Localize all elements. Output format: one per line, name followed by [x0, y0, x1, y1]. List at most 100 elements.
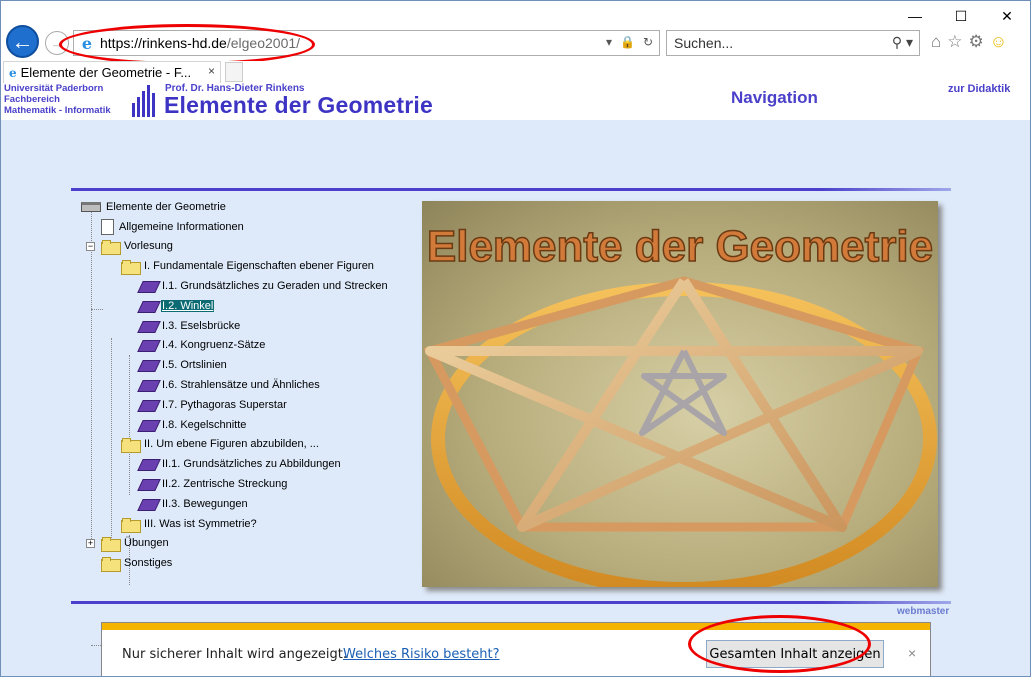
favorites-star-icon[interactable]: ☆ [947, 32, 962, 52]
security-notification-bar: Nur sicherer Inhalt wird angezeigt. Welc… [101, 622, 931, 676]
tree-item-sonstiges[interactable]: Sonstiges [101, 554, 173, 572]
close-notification-icon[interactable]: × [908, 645, 916, 661]
tree-item-section[interactable]: I.1. Grundsätzliches zu Geraden und Stre… [139, 277, 389, 295]
university-name: Universität Paderborn Fachbereich Mathem… [4, 83, 111, 116]
divider-top [71, 188, 951, 191]
security-message: Nur sicherer Inhalt wird angezeigt. [122, 647, 347, 662]
ie-logo-icon: e [81, 33, 93, 53]
browser-icons: ⌂ ☆ ⚙ ☺ [931, 32, 1007, 52]
tab-active[interactable]: e Elemente der Geometrie - F... × [3, 61, 221, 83]
tree-label: I.8. Kegelschnitte [162, 419, 247, 431]
book-icon [139, 457, 157, 471]
tree-label: II.1. Grundsätzliches zu Abbildungen [162, 458, 341, 470]
tree-label: I.5. Ortslinien [162, 359, 227, 371]
book-icon [139, 378, 157, 392]
search-placeholder: Suchen... [674, 35, 734, 51]
tree-line [91, 309, 103, 310]
tree-line [91, 210, 92, 543]
tree-label: II. Um ebene Figuren abzubilden, ... [144, 438, 319, 450]
drive-icon [81, 202, 101, 212]
page-content: Universität Paderborn Fachbereich Mathem… [1, 83, 1030, 676]
webmaster-link[interactable]: webmaster [897, 606, 949, 617]
folder-icon [121, 517, 141, 533]
tree-label: Elemente der Geometrie [106, 201, 226, 213]
tree-label: II.3. Bewegungen [162, 498, 248, 510]
tree-item-chapter-1[interactable]: I. Fundamentale Eigenschaften ebener Fig… [121, 257, 375, 275]
divider-bottom [71, 601, 951, 604]
tree-item-section[interactable]: I.3. Eselsbrücke [139, 317, 241, 335]
tree-label: Übungen [124, 537, 169, 549]
tree-item-chapter-3[interactable]: III. Was ist Symmetrie? [121, 515, 258, 533]
tree-label: Sonstiges [124, 557, 173, 569]
lock-icon[interactable]: 🔒 [620, 35, 635, 49]
tree-label: I. Fundamentale Eigenschaften ebener Fig… [144, 260, 374, 272]
tree-item-section[interactable]: I.4. Kongruenz-Sätze [139, 336, 266, 354]
book-icon [139, 497, 157, 511]
tree-line [111, 338, 112, 538]
tab-favicon-icon: e [9, 65, 17, 80]
tab-bar: e Elemente der Geometrie - F... × [1, 61, 1030, 83]
show-all-content-button[interactable]: Gesamten Inhalt anzeigen [706, 640, 884, 668]
tree-label: I.3. Eselsbrücke [162, 320, 241, 332]
tree-label: III. Was ist Symmetrie? [144, 518, 257, 530]
tree-root[interactable]: Elemente der Geometrie [81, 198, 227, 216]
navigation-tree: Elemente der Geometrie Allgemeine Inform… [81, 198, 421, 646]
pentagram-illustration: Elemente der Geometrie [423, 221, 937, 587]
maximize-icon[interactable]: ☐ [938, 1, 984, 31]
tree-item-allgemeine-informationen[interactable]: Allgemeine Informationen [101, 218, 245, 236]
tree-item-section[interactable]: II.3. Bewegungen [139, 495, 249, 513]
tree-item-section[interactable]: II.2. Zentrische Streckung [139, 475, 288, 493]
book-icon [139, 477, 157, 491]
hero-title: Elemente der Geometrie [427, 222, 933, 271]
tree-item-section[interactable]: I.7. Pythagoras Superstar [139, 396, 288, 414]
refresh-icon[interactable]: ↻ [643, 35, 653, 49]
tree-label-selected: I.2. Winkel [161, 300, 215, 312]
address-tools: ▾ 🔒 ↻ [606, 35, 653, 49]
tree-label: Vorlesung [124, 240, 173, 252]
browser-window: ← → e https://rinkens-hd.de/elgeo2001/ ▾… [0, 0, 1031, 677]
tree-item-section[interactable]: I.8. Kegelschnitte [139, 416, 247, 434]
search-icon[interactable]: ⚲ ▾ [892, 34, 913, 51]
book-icon [139, 338, 157, 352]
folder-icon [101, 556, 121, 572]
tree-label: Allgemeine Informationen [119, 221, 244, 233]
tree-item-vorlesung[interactable]: Vorlesung [101, 237, 174, 255]
tree-item-section[interactable]: II.1. Grundsätzliches zu Abbildungen [139, 455, 342, 473]
tree-label: I.7. Pythagoras Superstar [162, 399, 287, 411]
navigation-heading: Navigation [731, 88, 818, 107]
expand-icon[interactable]: + [86, 539, 95, 548]
book-icon [139, 319, 157, 333]
forward-button[interactable]: → [45, 31, 69, 55]
book-icon [139, 299, 157, 313]
tree-item-chapter-2[interactable]: II. Um ebene Figuren abzubilden, ... [121, 435, 320, 453]
minimize-icon[interactable]: — [892, 1, 938, 31]
address-bar[interactable]: e https://rinkens-hd.de/elgeo2001/ ▾ 🔒 ↻ [73, 30, 660, 56]
tree-item-uebungen[interactable]: Übungen [101, 534, 170, 552]
dropdown-icon[interactable]: ▾ [606, 35, 612, 49]
search-input[interactable]: Suchen... ⚲ ▾ [666, 30, 920, 56]
page-title: Elemente der Geometrie [164, 92, 434, 118]
tree-item-section-selected[interactable]: I.2. Winkel [139, 297, 215, 315]
risk-info-link[interactable]: Welches Risiko besteht? [343, 647, 500, 662]
book-icon [139, 279, 157, 293]
window-controls: — ☐ ✕ [892, 1, 1030, 31]
inner-star-shape [639, 349, 727, 436]
didaktik-link[interactable]: zur Didaktik [948, 83, 1010, 95]
settings-gear-icon[interactable]: ⚙ [969, 32, 984, 52]
home-icon[interactable]: ⌂ [931, 32, 941, 52]
new-tab-button[interactable] [225, 62, 243, 82]
back-button[interactable]: ← [6, 25, 39, 58]
tree-item-section[interactable]: I.6. Strahlensätze und Ähnliches [139, 376, 321, 394]
tree-item-section[interactable]: I.5. Ortslinien [139, 356, 228, 374]
feedback-smiley-icon[interactable]: ☺ [990, 32, 1007, 52]
folder-open-icon [121, 259, 141, 275]
folder-icon [101, 536, 121, 552]
tree-label: I.1. Grundsätzliches zu Geraden und Stre… [162, 280, 388, 292]
tree-label: I.6. Strahlensätze und Ähnliches [162, 379, 320, 391]
tab-close-icon[interactable]: × [208, 64, 215, 78]
folder-open-icon [101, 239, 121, 255]
tab-title: Elemente der Geometrie - F... [20, 65, 192, 80]
warning-stripe [102, 623, 930, 630]
collapse-icon[interactable]: − [86, 242, 95, 251]
close-window-icon[interactable]: ✕ [984, 1, 1030, 31]
